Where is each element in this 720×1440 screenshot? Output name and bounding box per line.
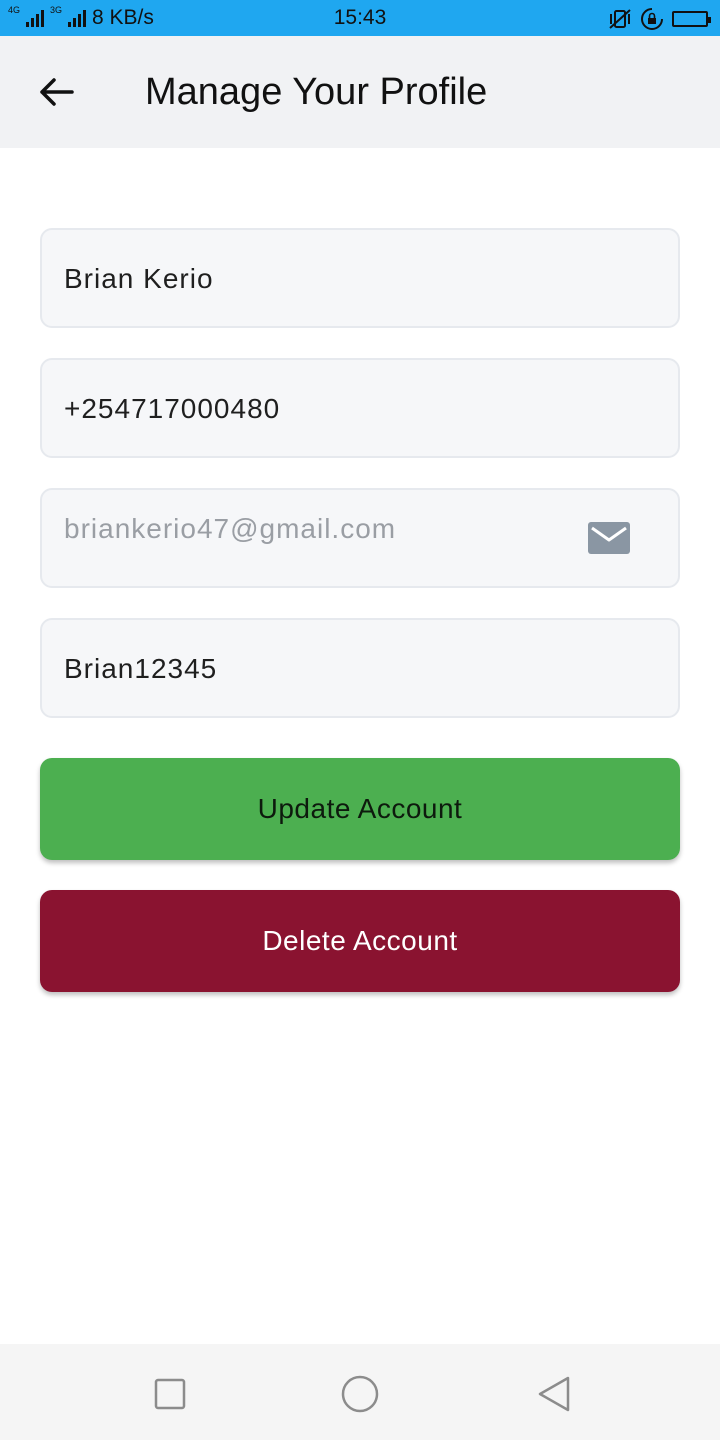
delete-account-button[interactable]: Delete Account	[40, 890, 680, 992]
rotation-lock-icon	[641, 8, 663, 30]
app-bar: Manage Your Profile	[0, 36, 720, 148]
battery-icon	[672, 11, 711, 27]
status-bar: 4G 3G 8 KB/s 15:43	[0, 0, 720, 36]
phone-field[interactable]	[40, 358, 680, 458]
password-field[interactable]	[40, 618, 680, 718]
back-nav-button[interactable]	[524, 1372, 584, 1416]
back-button[interactable]	[30, 70, 82, 114]
arrow-left-icon	[40, 78, 74, 106]
home-circle-icon	[341, 1375, 379, 1413]
vibrate-off-icon	[609, 9, 631, 29]
status-right	[608, 7, 711, 31]
name-field[interactable]	[40, 228, 680, 328]
recents-square-icon	[154, 1378, 186, 1410]
system-nav-bar	[0, 1344, 720, 1440]
password-input[interactable]	[62, 620, 586, 718]
email-field	[40, 480, 680, 588]
mail-icon	[588, 522, 630, 554]
phone-input[interactable]	[62, 360, 586, 458]
home-button[interactable]	[330, 1372, 390, 1416]
back-triangle-icon	[538, 1376, 570, 1412]
update-account-button[interactable]: Update Account	[40, 758, 680, 860]
name-input[interactable]	[62, 230, 586, 328]
email-input	[62, 480, 586, 578]
page-title: Manage Your Profile	[145, 71, 488, 113]
recents-button[interactable]	[140, 1372, 200, 1416]
